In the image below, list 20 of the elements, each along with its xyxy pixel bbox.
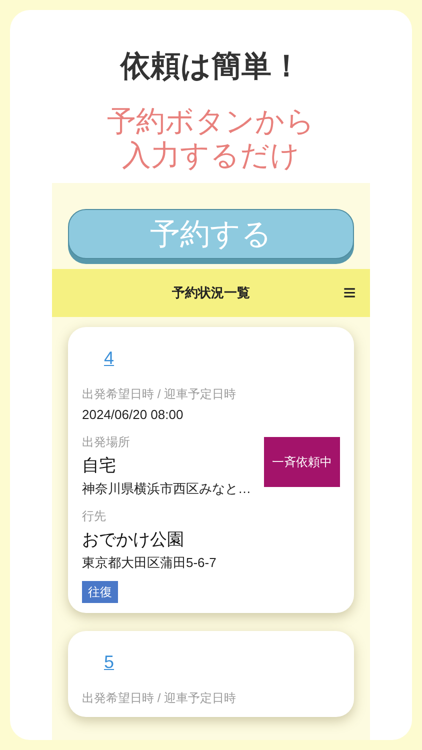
origin-name: 自宅 [82, 454, 117, 476]
datetime-value: 2024/06/20 08:00 [82, 406, 184, 424]
header-title: 予約状況一覧 [172, 284, 250, 302]
origin-label: 出発場所 [82, 434, 131, 450]
destination-address: 東京都大田区蒲田5-6-7 [82, 554, 218, 572]
menu-icon[interactable]: ≡ [343, 282, 356, 304]
status-badge: 一斉依頼中 [264, 436, 340, 486]
reservation-card[interactable]: 4 出発希望日時 / 迎車予定日時 2024/06/20 08:00 出発場所 自宅 神奈川県横浜市西区みなと… 一斉依頼中 行先 おでかけ公園 東京都大田区蒲田5-6-7 往復 [68, 327, 354, 612]
destination-label: 行先 [82, 508, 107, 524]
trip-type-tag: 往復 [82, 580, 118, 602]
headline: 依頼は簡単！ [120, 49, 302, 85]
origin-address: 神奈川県横浜市西区みなと… [82, 480, 252, 498]
subheadline: 予約ボタンから [107, 105, 315, 139]
subheadline: 入力するだけ [122, 139, 300, 173]
datetime-label: 出発希望日時 / 迎車予定日時 [82, 690, 238, 706]
reservation-number-link[interactable]: 4 [104, 349, 114, 367]
destination-name: おでかけ公園 [82, 528, 185, 550]
datetime-label: 出発希望日時 / 迎車予定日時 [82, 386, 238, 403]
reservation-card[interactable]: 5 出発希望日時 / 迎車予定日時 [68, 630, 354, 716]
reservation-number-link[interactable]: 5 [104, 652, 114, 670]
